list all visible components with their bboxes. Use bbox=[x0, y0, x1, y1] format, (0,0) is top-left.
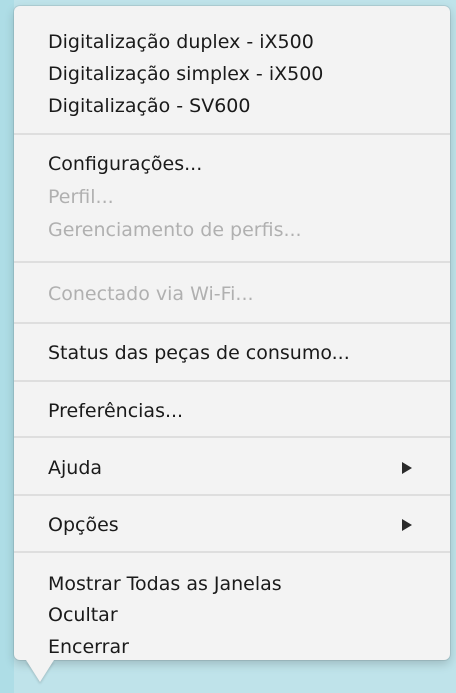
menu-item-conectado-wifi: Conectado via Wi-Fi... bbox=[48, 283, 254, 305]
menu-item-perfil: Perfil... bbox=[48, 186, 114, 208]
menu-separator bbox=[14, 551, 450, 553]
menu-item-preferencias[interactable]: Preferências... bbox=[48, 396, 428, 426]
menu-item-status-consumo[interactable]: Status das peças de consumo... bbox=[48, 338, 428, 368]
desktop-backdrop bbox=[0, 0, 14, 693]
menu-item-scan-duplex-ix500[interactable]: Digitalização duplex - iX500 bbox=[48, 27, 428, 57]
menu-separator bbox=[14, 261, 450, 263]
context-menu: Digitalização duplex - iX500 Digitalizaç… bbox=[14, 6, 450, 660]
menu-separator bbox=[14, 133, 450, 135]
menu-separator bbox=[14, 322, 450, 324]
menu-pointer-arrow bbox=[26, 660, 54, 682]
menu-item-ajuda-label: Ajuda bbox=[48, 457, 103, 479]
menu-item-gerenciamento-de-perfis: Gerenciamento de perfis... bbox=[48, 219, 302, 241]
menu-item-opcoes[interactable]: Opções bbox=[48, 510, 428, 540]
menu-item-ajuda[interactable]: Ajuda bbox=[48, 453, 428, 483]
menu-item-configuracoes[interactable]: Configurações... bbox=[48, 149, 428, 179]
triangle-right-icon bbox=[402, 519, 412, 531]
menu-separator bbox=[14, 380, 450, 382]
triangle-right-icon bbox=[402, 462, 412, 474]
menu-item-opcoes-label: Opções bbox=[48, 514, 119, 536]
menu-item-scan-simplex-ix500[interactable]: Digitalização simplex - iX500 bbox=[48, 59, 428, 89]
menu-separator bbox=[14, 494, 450, 496]
menu-item-scan-sv600[interactable]: Digitalização - SV600 bbox=[48, 91, 428, 121]
menu-item-encerrar[interactable]: Encerrar bbox=[48, 632, 428, 660]
menu-item-ocultar[interactable]: Ocultar bbox=[48, 600, 428, 630]
menu-separator bbox=[14, 436, 450, 438]
menu-item-mostrar-todas-janelas[interactable]: Mostrar Todas as Janelas bbox=[48, 569, 428, 599]
